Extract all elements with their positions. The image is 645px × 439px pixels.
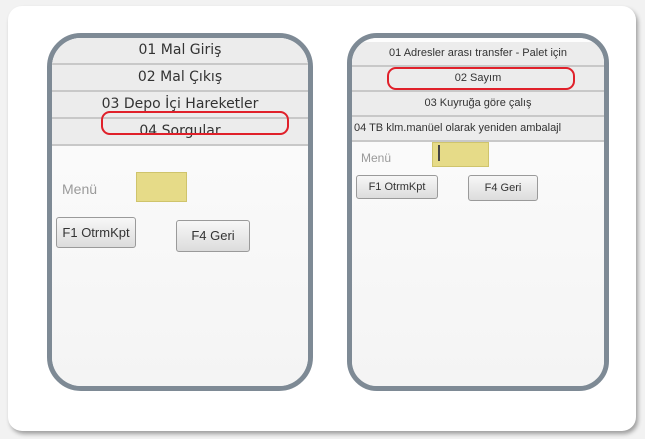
left-device-screen: 01 Mal Giriş 02 Mal Çıkış 03 Depo İçi Ha… — [47, 33, 313, 391]
f1-otrmkpt-button[interactable]: F1 OtrmKpt — [56, 217, 136, 248]
menu-item-adresler-arasi-transfer[interactable]: 01 Adresler arası transfer - Palet için — [352, 42, 604, 67]
menu-item-mal-cikis[interactable]: 02 Mal Çıkış — [52, 65, 308, 92]
menu-item-kuyruga-gore-calis[interactable]: 03 Kuyruğa göre çalış — [352, 92, 604, 117]
menu-label: Menü — [62, 181, 98, 197]
highlight-marker — [101, 111, 289, 135]
f4-geri-button[interactable]: F4 Geri — [468, 175, 538, 201]
menu-label: Menü — [361, 151, 392, 165]
menu-item-mal-giris[interactable]: 01 Mal Giriş — [52, 38, 308, 65]
right-device-screen: 01 Adresler arası transfer - Palet için … — [347, 33, 609, 391]
left-screen: 01 Mal Giriş 02 Mal Çıkış 03 Depo İçi Ha… — [52, 38, 308, 386]
f1-otrmkpt-button[interactable]: F1 OtrmKpt — [356, 175, 438, 199]
text-cursor — [438, 145, 440, 161]
menu-input[interactable] — [432, 142, 489, 167]
f4-geri-button[interactable]: F4 Geri — [176, 220, 250, 252]
menu-item-tb-klm-manuel[interactable]: 04 TB klm.manüel olarak yeniden ambalajl — [352, 117, 604, 142]
highlight-marker — [387, 67, 575, 90]
right-screen: 01 Adresler arası transfer - Palet için … — [352, 38, 604, 386]
menu-input[interactable] — [136, 172, 187, 202]
